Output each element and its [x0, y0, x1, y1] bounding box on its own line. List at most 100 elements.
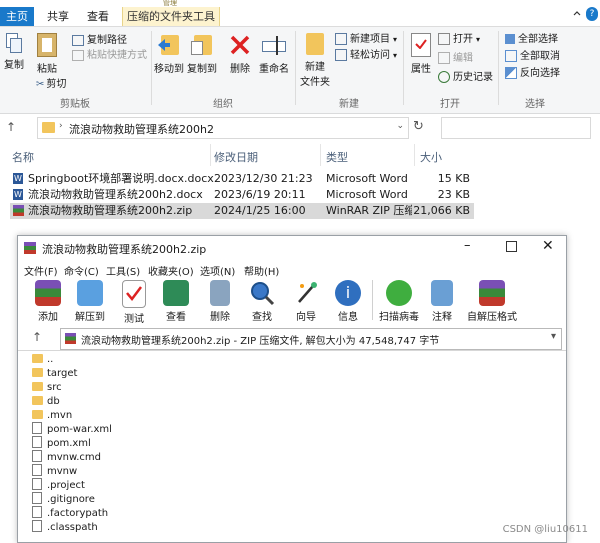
scan-virus-button[interactable]: 扫描病毒 — [376, 280, 422, 323]
file-icon — [32, 422, 42, 434]
word-doc-icon: W — [13, 189, 23, 200]
winrar-file-list: .. target src db .mvn pom-war.xml pom.xm… — [18, 350, 566, 543]
refresh-icon[interactable]: ↻ — [413, 119, 424, 134]
entry-name: .. — [47, 354, 54, 365]
list-item-folder[interactable]: src — [32, 381, 62, 395]
info-icon: i — [335, 280, 361, 306]
column-header-name[interactable]: 名称 — [12, 149, 34, 165]
comment-button[interactable]: 注释 — [422, 280, 462, 323]
maximize-button[interactable] — [506, 241, 517, 252]
search-input[interactable] — [441, 117, 591, 139]
find-button[interactable]: 查找 — [242, 280, 282, 323]
column-header-modified[interactable]: 修改日期 — [214, 149, 258, 165]
tab-home[interactable]: 主页 — [0, 7, 34, 26]
file-row[interactable]: W Springboot环境部署说明.docx.docx 2023/12/30 … — [10, 171, 474, 187]
move-to-button[interactable]: 移动到 — [153, 33, 185, 75]
list-item-file[interactable]: pom.xml — [32, 436, 91, 451]
scan-virus-label: 扫描病毒 — [379, 312, 419, 323]
select-none-label: 全部取消 — [520, 51, 560, 62]
column-header-type[interactable]: 类型 — [326, 149, 348, 165]
entry-name: target — [47, 368, 78, 379]
file-row-selected[interactable]: 流浪动物救助管理系统200h2.zip 2024/1/25 16:00 WinR… — [10, 203, 474, 219]
list-item-file[interactable]: .project — [32, 478, 85, 493]
delete-button[interactable]: 删除 — [226, 33, 254, 75]
folder-icon — [32, 381, 43, 391]
list-item-file[interactable]: pom-war.xml — [32, 422, 112, 437]
ribbon-separator — [498, 31, 499, 105]
new-item-button[interactable]: 新建项目 ▾ — [335, 32, 397, 47]
list-item-folder[interactable]: .mvn — [32, 409, 72, 423]
invert-selection-button[interactable]: 反向选择 — [505, 66, 560, 81]
winrar-up-arrow-icon[interactable]: ↑ — [32, 330, 42, 344]
up-arrow-icon[interactable]: ↑ — [6, 120, 16, 134]
file-icon — [32, 520, 42, 532]
file-name: 流浪动物救助管理系统200h2.zip — [28, 204, 193, 217]
winrar-path-bar[interactable]: 流浪动物救助管理系统200h2.zip - ZIP 压缩文件, 解包大小为 47… — [60, 328, 562, 350]
view-button[interactable]: 查看 — [156, 280, 196, 323]
tab-share[interactable]: 共享 — [40, 7, 76, 26]
list-item-file[interactable]: .gitignore — [32, 492, 95, 507]
select-none-icon — [505, 50, 517, 62]
copy-to-button[interactable]: 复制到 — [186, 33, 218, 75]
tab-compressed-folder-tools[interactable]: 压缩的文件夹工具 — [122, 7, 220, 26]
cut-label: 剪切 — [46, 79, 67, 90]
select-none-button[interactable]: 全部取消 — [505, 49, 560, 64]
column-header-size[interactable]: 大小 — [420, 149, 442, 165]
zip-archive-icon — [65, 333, 76, 344]
rename-button[interactable]: 重命名 — [257, 33, 291, 75]
folder-icon — [42, 122, 55, 133]
add-button[interactable]: 添加 — [28, 280, 68, 323]
entry-name: .project — [47, 480, 85, 491]
extract-to-button[interactable]: 解压到 — [70, 280, 110, 323]
close-button[interactable]: ✕ — [542, 238, 554, 254]
winrar-delete-button[interactable]: 删除 — [200, 280, 240, 323]
folder-icon — [32, 395, 43, 405]
sfx-button[interactable]: 自解压格式 — [466, 280, 518, 323]
virus-scan-icon — [386, 280, 412, 306]
rename-label: 重命名 — [259, 64, 289, 75]
comment-icon — [431, 280, 453, 306]
path-dropdown-icon[interactable]: ▾ — [551, 331, 556, 342]
new-item-icon — [335, 33, 347, 45]
info-button[interactable]: i 信息 — [328, 280, 368, 323]
list-item-folder[interactable]: .. — [32, 353, 53, 367]
select-all-label: 全部选择 — [518, 34, 558, 45]
edit-label: 编辑 — [453, 53, 473, 64]
copy-label: 复制 — [4, 60, 24, 71]
move-to-label: 移动到 — [154, 64, 184, 75]
paste-shortcut-button[interactable]: 粘贴快捷方式 — [72, 48, 147, 63]
new-folder-button[interactable]: 新建 文件夹 — [299, 33, 331, 88]
list-item-folder[interactable]: target — [32, 367, 77, 381]
history-label: 历史记录 — [453, 72, 493, 83]
address-bar[interactable]: › 流浪动物救助管理系统200h2 ⌄ — [37, 117, 409, 139]
edit-button[interactable]: 编辑 — [438, 51, 473, 66]
file-row[interactable]: W 流浪动物救助管理系统200h2.docx 2023/6/19 20:11 M… — [10, 187, 474, 203]
winrar-title-bar: 流浪动物救助管理系统200h2.zip – ✕ — [18, 236, 566, 260]
file-icon — [32, 436, 42, 448]
select-all-button[interactable]: 全部选择 — [505, 32, 558, 47]
collapse-ribbon-icon[interactable] — [572, 9, 582, 19]
entry-name: .gitignore — [47, 494, 95, 505]
cut-button[interactable]: ✂ 剪切 — [36, 77, 66, 92]
copy-path-button[interactable]: 复制路径 — [72, 33, 127, 48]
paste-shortcut-icon — [72, 49, 84, 61]
help-icon[interactable]: ? — [586, 7, 598, 21]
test-button[interactable]: 测试 — [114, 280, 154, 325]
wizard-button[interactable]: 向导 — [286, 280, 326, 323]
list-item-file[interactable]: .factorypath — [32, 506, 108, 521]
minimize-button[interactable]: – — [464, 238, 471, 253]
properties-button[interactable]: 属性 — [406, 33, 436, 75]
tab-view[interactable]: 查看 — [80, 7, 116, 26]
copy-button[interactable]: 复制 — [2, 33, 26, 71]
list-item-file[interactable]: mvnw.cmd — [32, 450, 101, 465]
list-item-file[interactable]: .classpath — [32, 520, 98, 535]
paste-button[interactable]: 粘贴 — [33, 33, 61, 75]
edit-icon — [438, 52, 450, 64]
easy-access-button[interactable]: 轻松访问 ▾ — [335, 48, 397, 63]
open-button[interactable]: 打开 ▾ — [438, 32, 480, 47]
list-item-folder[interactable]: db — [32, 395, 60, 409]
address-dropdown-icon[interactable]: ⌄ — [396, 121, 404, 131]
winrar-title: 流浪动物救助管理系统200h2.zip — [42, 243, 207, 256]
history-button[interactable]: 历史记录 — [438, 70, 493, 85]
list-item-file[interactable]: mvnw — [32, 464, 77, 479]
